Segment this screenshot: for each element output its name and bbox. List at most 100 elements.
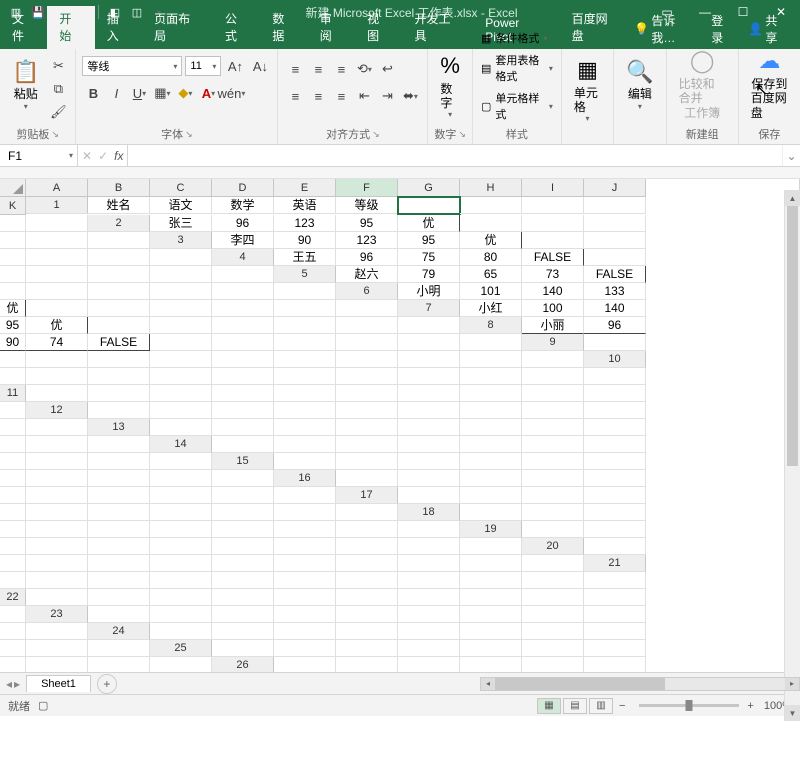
cell[interactable] xyxy=(0,215,26,232)
cell[interactable] xyxy=(460,215,522,232)
cell[interactable] xyxy=(460,436,522,453)
cell[interactable]: 李四 xyxy=(212,232,274,249)
cell[interactable] xyxy=(212,606,274,623)
cell[interactable]: 100 xyxy=(522,300,584,317)
cell[interactable] xyxy=(274,453,336,470)
fx-icon[interactable]: fx xyxy=(114,149,123,163)
cell[interactable] xyxy=(88,402,150,419)
cell[interactable] xyxy=(150,657,212,672)
cell[interactable] xyxy=(460,351,522,368)
cell[interactable]: 数学 xyxy=(212,197,274,214)
vertical-scrollbar[interactable]: ▲ ▼ xyxy=(784,190,800,721)
zoom-in-icon[interactable]: + xyxy=(747,700,753,712)
cell[interactable] xyxy=(150,521,212,538)
cell[interactable] xyxy=(212,572,274,589)
copy-icon[interactable]: ⧉ xyxy=(47,78,69,100)
cell[interactable] xyxy=(584,521,646,538)
sheet-nav-last-icon[interactable]: ▸ xyxy=(14,677,20,691)
cell[interactable]: FALSE xyxy=(584,266,646,283)
cell[interactable] xyxy=(212,470,274,487)
cell[interactable] xyxy=(522,436,584,453)
cell[interactable] xyxy=(398,436,460,453)
cell[interactable] xyxy=(212,334,274,351)
cell[interactable] xyxy=(460,453,522,470)
cell[interactable] xyxy=(0,606,26,623)
cell[interactable] xyxy=(336,334,398,351)
row-header[interactable]: 7 xyxy=(398,300,460,317)
row-header[interactable]: 16 xyxy=(274,470,336,487)
row-header[interactable]: 17 xyxy=(336,487,398,504)
cell[interactable] xyxy=(460,385,522,402)
tab-home[interactable]: 开始 xyxy=(47,6,94,49)
editing-button[interactable]: 🔍编辑▾ xyxy=(620,55,659,115)
cell[interactable] xyxy=(150,470,212,487)
cell[interactable] xyxy=(274,521,336,538)
cell[interactable] xyxy=(0,657,26,672)
cell[interactable] xyxy=(336,589,398,606)
cell[interactable]: 语文 xyxy=(150,197,212,214)
cell[interactable]: 79 xyxy=(398,266,460,283)
cell[interactable]: 等级 xyxy=(336,197,398,214)
cell[interactable] xyxy=(26,351,88,368)
cell[interactable] xyxy=(460,606,522,623)
cell[interactable] xyxy=(584,197,646,214)
cell[interactable] xyxy=(150,623,212,640)
cell[interactable]: 小明 xyxy=(398,283,460,300)
decrease-font-icon[interactable]: A↓ xyxy=(249,55,271,77)
cell[interactable] xyxy=(584,640,646,657)
scroll-up-icon[interactable]: ▲ xyxy=(785,190,800,206)
cell[interactable] xyxy=(398,351,460,368)
row-header[interactable]: 19 xyxy=(460,521,522,538)
cell[interactable] xyxy=(212,266,274,283)
cell[interactable] xyxy=(460,572,522,589)
cell[interactable] xyxy=(88,266,150,283)
cell[interactable] xyxy=(584,623,646,640)
row-header[interactable]: 22 xyxy=(0,589,26,606)
cell[interactable] xyxy=(88,436,150,453)
cell[interactable] xyxy=(522,657,584,672)
font-name-combo[interactable]: 等线▾ xyxy=(82,56,182,76)
cell[interactable] xyxy=(584,436,646,453)
cell[interactable] xyxy=(522,419,584,436)
cell[interactable] xyxy=(460,504,522,521)
cell[interactable]: 姓名 xyxy=(88,197,150,214)
cell[interactable] xyxy=(460,197,522,214)
row-header[interactable]: 12 xyxy=(26,402,88,419)
cell[interactable] xyxy=(212,521,274,538)
cell[interactable] xyxy=(398,589,460,606)
cell[interactable] xyxy=(212,351,274,368)
cell[interactable] xyxy=(336,538,398,555)
cell[interactable] xyxy=(584,215,646,232)
cell[interactable] xyxy=(88,640,150,657)
save-baidu-button[interactable]: ☁保存到百度网盘 xyxy=(745,44,794,124)
cell[interactable] xyxy=(336,521,398,538)
cell[interactable] xyxy=(584,572,646,589)
cell[interactable] xyxy=(274,436,336,453)
tab-formulas[interactable]: 公式 xyxy=(213,6,260,49)
cell-styles-button[interactable]: ▢单元格样式▾ xyxy=(479,88,555,124)
row-header[interactable]: 4 xyxy=(212,249,274,266)
cell[interactable] xyxy=(336,385,398,402)
horizontal-scrollbar[interactable]: ◂ ▸ xyxy=(480,677,800,691)
inc-indent-icon[interactable]: ⇥ xyxy=(376,85,398,107)
cell[interactable] xyxy=(522,487,584,504)
tab-layout[interactable]: 页面布局 xyxy=(142,6,213,49)
cell[interactable] xyxy=(522,640,584,657)
cell[interactable] xyxy=(522,368,584,385)
cell[interactable]: 英语 xyxy=(274,197,336,214)
cell[interactable] xyxy=(522,215,584,232)
cell[interactable] xyxy=(150,317,212,334)
cell[interactable] xyxy=(26,368,88,385)
cell[interactable] xyxy=(274,283,336,300)
cell[interactable] xyxy=(274,351,336,368)
cell[interactable] xyxy=(460,419,522,436)
cell[interactable] xyxy=(150,283,212,300)
cell[interactable] xyxy=(150,453,212,470)
cell[interactable] xyxy=(522,197,584,214)
cell[interactable] xyxy=(212,368,274,385)
cell[interactable] xyxy=(274,385,336,402)
cell[interactable] xyxy=(0,538,26,555)
cell[interactable] xyxy=(26,589,88,606)
cell[interactable] xyxy=(0,249,26,266)
cell[interactable] xyxy=(398,334,460,351)
